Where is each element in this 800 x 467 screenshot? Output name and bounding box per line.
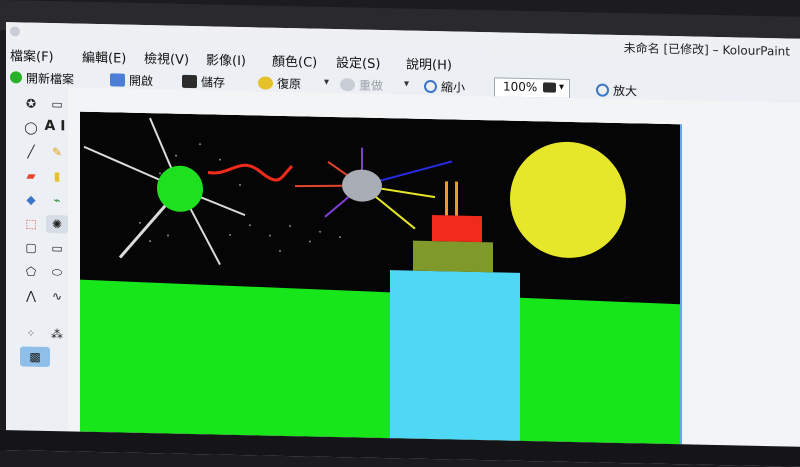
- menu-colors[interactable]: 顏色(C): [272, 51, 317, 71]
- zoom-dropdown-chevron-icon[interactable]: ▾: [559, 82, 564, 93]
- floppy-disk-icon: [182, 74, 197, 88]
- drawing-canvas[interactable]: [80, 111, 682, 445]
- candle-right: [455, 181, 458, 216]
- tool-box: ✪ ▭ ◯ A I ╱ ✎ ▰ ▮ ◆ ⌁ ⬚ ✺ ▢ ▭ ⬠ ⬭ ⋀ ∿ ⁘ …: [14, 92, 70, 393]
- color-picker-tool-icon[interactable]: ⌁: [46, 191, 68, 209]
- save-label: 儲存: [201, 74, 226, 90]
- fill-tool-icon[interactable]: ◆: [20, 190, 42, 208]
- pen-tool-icon[interactable]: ✎: [46, 143, 68, 161]
- window-control-icon[interactable]: [10, 26, 20, 37]
- open-button[interactable]: 開啟: [110, 70, 153, 89]
- large-spray-icon[interactable]: ▩: [20, 346, 50, 368]
- zoom-out-label: 縮小: [441, 79, 466, 95]
- text-tool-icon[interactable]: A I: [44, 117, 66, 135]
- drawing: [80, 111, 680, 445]
- clear-zoom-icon[interactable]: [543, 82, 556, 93]
- save-button[interactable]: 儲存: [182, 72, 225, 91]
- zoom-out-button[interactable]: 縮小: [424, 77, 465, 96]
- kolourpaint-window: 未命名 [已修改] – KolourPaint 檔案(F) 編輯(E) 檢視(V…: [6, 22, 800, 467]
- polygon-tool-icon[interactable]: ⬠: [20, 262, 42, 280]
- color-eraser-tool-icon[interactable]: ⬚: [20, 214, 42, 232]
- menu-settings[interactable]: 設定(S): [336, 52, 380, 72]
- new-label: 開新檔案: [26, 71, 75, 87]
- rectangle-tool-icon[interactable]: ▭: [46, 239, 68, 257]
- rectangular-select-tool-icon[interactable]: ▭: [46, 95, 68, 113]
- open-label: 開啟: [129, 73, 154, 88]
- undo-button[interactable]: 復原: [258, 73, 301, 92]
- elliptical-select-tool-icon[interactable]: ◯: [20, 118, 42, 136]
- redo-label: 重做: [359, 78, 384, 93]
- redo-button[interactable]: 重做: [340, 75, 383, 94]
- new-document-icon: [10, 71, 22, 84]
- menu-file[interactable]: 檔案(F): [10, 45, 54, 65]
- zoom-in-icon: [596, 82, 609, 97]
- zoom-value: 100%: [503, 79, 538, 95]
- redo-dropdown-chevron-icon[interactable]: ▾: [404, 78, 409, 89]
- undo-icon: [258, 75, 273, 90]
- curve-tool-icon[interactable]: ∿: [46, 287, 68, 305]
- menu-view[interactable]: 檢視(V): [144, 48, 189, 68]
- undo-dropdown-chevron-icon[interactable]: ▾: [324, 77, 329, 88]
- menu-edit[interactable]: 編輯(E): [82, 47, 126, 67]
- green-ground: [80, 279, 680, 445]
- menu-image[interactable]: 影像(I): [206, 49, 246, 69]
- redo-icon: [340, 77, 355, 91]
- new-button[interactable]: 開新檔案: [10, 68, 74, 87]
- rounded-rectangle-tool-icon[interactable]: ▢: [20, 238, 42, 256]
- zoom-in-button[interactable]: 放大: [596, 80, 637, 99]
- undo-label: 復原: [277, 76, 302, 91]
- small-spray-icon[interactable]: ⁘: [20, 324, 42, 342]
- zoom-out-icon: [424, 79, 437, 93]
- brush-tool-icon[interactable]: ▰: [20, 166, 42, 184]
- zoom-in-label: 放大: [613, 83, 638, 98]
- candle-left: [445, 181, 448, 216]
- menu-help[interactable]: 說明(H): [406, 54, 452, 74]
- eraser-tool-icon[interactable]: ▮: [46, 167, 68, 185]
- free-form-select-tool-icon[interactable]: ✪: [20, 94, 42, 112]
- olive-block: [413, 240, 493, 273]
- spraycan-tool-icon[interactable]: ✺: [46, 214, 68, 234]
- screen: 未命名 [已修改] – KolourPaint 檔案(F) 編輯(E) 檢視(V…: [0, 0, 800, 467]
- canvas-area: [68, 87, 800, 463]
- folder-open-icon: [110, 72, 125, 87]
- line-tool-icon[interactable]: ╱: [20, 142, 42, 160]
- red-block: [432, 215, 482, 243]
- ellipse-tool-icon[interactable]: ⬭: [46, 263, 68, 281]
- blue-river: [390, 270, 520, 441]
- medium-spray-icon[interactable]: ⁂: [46, 325, 68, 343]
- polyline-tool-icon[interactable]: ⋀: [20, 286, 42, 304]
